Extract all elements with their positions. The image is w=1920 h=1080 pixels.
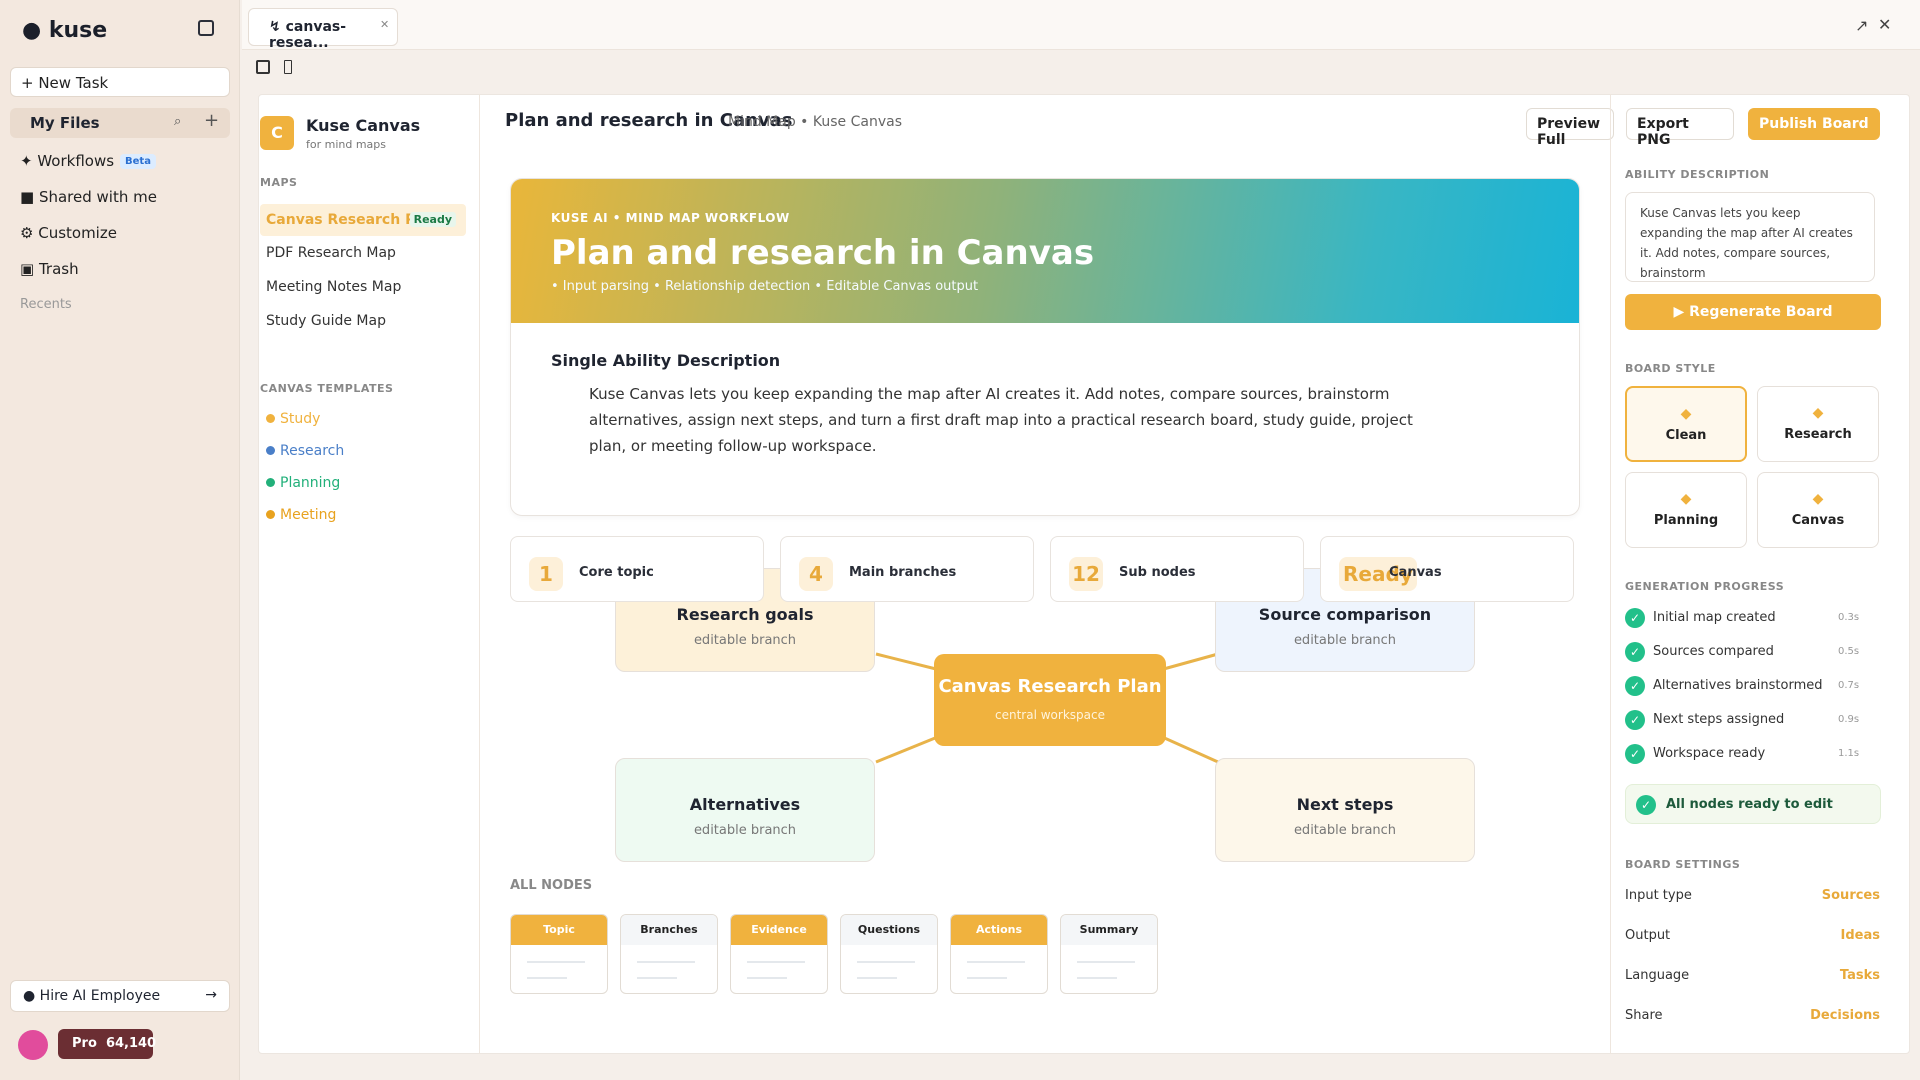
link-line [1159, 652, 1219, 672]
stat-number: 12 [1069, 557, 1103, 591]
node-title: Source comparison [1258, 605, 1432, 624]
stat-card-canvas: Ready Canvas [1320, 536, 1574, 602]
link-line [1159, 734, 1219, 764]
node-title: Alternatives [689, 795, 801, 814]
node-subtitle: editable branch [1293, 633, 1397, 648]
node-title: Research goals [676, 605, 814, 624]
stat-number: 1 [529, 557, 563, 591]
node-title: Next steps [1296, 795, 1394, 814]
link-line [875, 652, 941, 672]
stat-label: Canvas [1389, 565, 1442, 580]
center-node-subtitle: central workspace [995, 708, 1105, 722]
stat-label: Sub nodes [1119, 565, 1196, 580]
stat-card-core-topic: 1 Core topic [510, 536, 764, 602]
stat-label: Core topic [579, 565, 654, 580]
stat-number: 4 [799, 557, 833, 591]
center-node-title: Canvas Research Plan [938, 676, 1162, 697]
link-line [875, 734, 941, 764]
node-subtitle: editable branch [693, 823, 797, 838]
stat-label: Main branches [849, 565, 957, 580]
branch-node-alternatives[interactable]: Alternatives editable branch [615, 758, 875, 862]
node-subtitle: editable branch [693, 633, 797, 648]
branch-node-next-steps[interactable]: Next steps editable branch [1215, 758, 1475, 862]
center-node[interactable]: Canvas Research Plan central workspace [934, 654, 1166, 746]
stat-card-main-branches: 4 Main branches [780, 536, 1034, 602]
stat-card-sub-nodes: 12 Sub nodes [1050, 536, 1304, 602]
node-subtitle: editable branch [1293, 823, 1397, 838]
